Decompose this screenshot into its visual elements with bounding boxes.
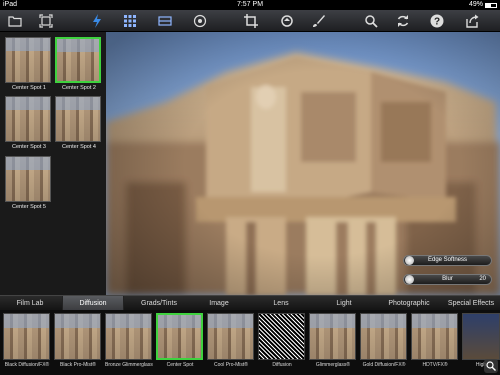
filter-label: Gold Diffusion/FX® bbox=[362, 362, 406, 368]
filter-bronze-glimmerglass[interactable]: Bronze Glimmerglass® bbox=[105, 313, 153, 372]
preset-thumbnail bbox=[55, 37, 101, 83]
preset-thumbnail bbox=[5, 96, 51, 142]
filter-label: Diffusion bbox=[272, 362, 292, 368]
preset-center-spot-2[interactable]: Center Spot 2 bbox=[55, 37, 103, 91]
filter-hdtv-fx[interactable]: HDTV/FX® bbox=[411, 313, 459, 372]
filter-label: Center Spot bbox=[166, 362, 194, 368]
filter-black-diffusion-fx[interactable]: Black Diffusion/FX® bbox=[3, 313, 51, 372]
folder-icon[interactable] bbox=[6, 12, 24, 30]
slider-label: Edge Softness bbox=[427, 257, 468, 263]
filter-label: Cool Pro-Mist® bbox=[214, 362, 248, 368]
preset-label: Center Spot 1 bbox=[12, 85, 46, 91]
preset-label: Center Spot 5 bbox=[12, 204, 46, 210]
filter-cool-pro-mist[interactable]: Cool Pro-Mist® bbox=[207, 313, 255, 372]
tab-diffusion[interactable]: Diffusion bbox=[62, 296, 124, 311]
filter-label: Glimmerglass® bbox=[315, 362, 351, 368]
filter-label: HDTV/FX® bbox=[422, 362, 448, 368]
preset-thumbnail bbox=[5, 156, 51, 202]
filter-gold-diffusion-fx[interactable]: Gold Diffusion/FX® bbox=[360, 313, 408, 372]
category-tabs: Film Lab Diffusion Grads/Tints Image Len… bbox=[0, 295, 500, 311]
slider-value: 20 bbox=[479, 276, 486, 282]
preset-label: Center Spot 2 bbox=[62, 85, 96, 91]
split-view-icon[interactable] bbox=[156, 12, 174, 30]
filter-glimmerglass[interactable]: Glimmerglass® bbox=[309, 313, 357, 372]
crop-icon[interactable] bbox=[242, 12, 260, 30]
grid-icon[interactable] bbox=[121, 12, 139, 30]
filter-black-pro-mist[interactable]: Black Pro-Mist® bbox=[54, 313, 102, 372]
preset-center-spot-1[interactable]: Center Spot 1 bbox=[5, 37, 53, 91]
tab-grads-tints[interactable]: Grads/Tints bbox=[128, 296, 190, 311]
edge-softness-slider[interactable]: Edge Softness bbox=[403, 255, 492, 266]
magnifier-icon[interactable] bbox=[484, 359, 498, 373]
search-icon[interactable] bbox=[362, 12, 380, 30]
battery-indicator: 49% bbox=[469, 0, 497, 10]
preset-thumbnail bbox=[5, 37, 51, 83]
status-bar: iPad 7:57 PM 49% bbox=[0, 0, 500, 10]
battery-icon bbox=[485, 2, 497, 8]
blur-slider[interactable]: Blur 20 bbox=[403, 274, 492, 285]
clock: 7:57 PM bbox=[236, 1, 264, 8]
tab-lens[interactable]: Lens bbox=[252, 296, 310, 311]
preset-label: Center Spot 3 bbox=[12, 144, 46, 150]
tab-light[interactable]: Light bbox=[314, 296, 374, 311]
preset-center-spot-5[interactable]: Center Spot 5 bbox=[5, 156, 53, 210]
refresh-icon[interactable] bbox=[394, 12, 412, 30]
svg-text:?: ? bbox=[434, 17, 440, 28]
slider-label: Blur bbox=[442, 276, 453, 282]
filter-label: Black Pro-Mist® bbox=[60, 362, 96, 368]
tab-photographic[interactable]: Photographic bbox=[378, 296, 440, 311]
fit-screen-icon[interactable] bbox=[37, 12, 55, 30]
lightning-icon[interactable] bbox=[88, 12, 106, 30]
rotate-icon[interactable] bbox=[278, 12, 296, 30]
brush-icon[interactable] bbox=[310, 12, 328, 30]
target-icon[interactable] bbox=[191, 12, 209, 30]
preset-thumbnail bbox=[55, 96, 101, 142]
battery-percent: 49% bbox=[468, 1, 483, 8]
tab-image[interactable]: Image bbox=[190, 296, 248, 311]
preset-panel: Center Spot 1 Center Spot 2 Center Spot … bbox=[0, 32, 106, 295]
filter-label: Bronze Glimmerglass® bbox=[105, 362, 153, 368]
tab-film-lab[interactable]: Film Lab bbox=[0, 296, 60, 311]
filter-strip: Black Diffusion/FX® Black Pro-Mist® Bron… bbox=[0, 310, 500, 375]
filter-label: Black Diffusion/FX® bbox=[4, 362, 50, 368]
filter-center-spot[interactable]: Center Spot bbox=[156, 313, 204, 372]
toolbar: ? bbox=[0, 10, 500, 32]
share-icon[interactable] bbox=[463, 12, 481, 30]
tab-special-effects[interactable]: Special Effects bbox=[442, 296, 500, 311]
preset-center-spot-4[interactable]: Center Spot 4 bbox=[55, 96, 103, 150]
preset-label: Center Spot 4 bbox=[62, 144, 96, 150]
photo-canvas[interactable]: Edge Softness Blur 20 bbox=[106, 32, 500, 295]
preset-center-spot-3[interactable]: Center Spot 3 bbox=[5, 96, 53, 150]
filter-diffusion[interactable]: Diffusion bbox=[258, 313, 306, 372]
help-icon[interactable]: ? bbox=[428, 12, 446, 30]
